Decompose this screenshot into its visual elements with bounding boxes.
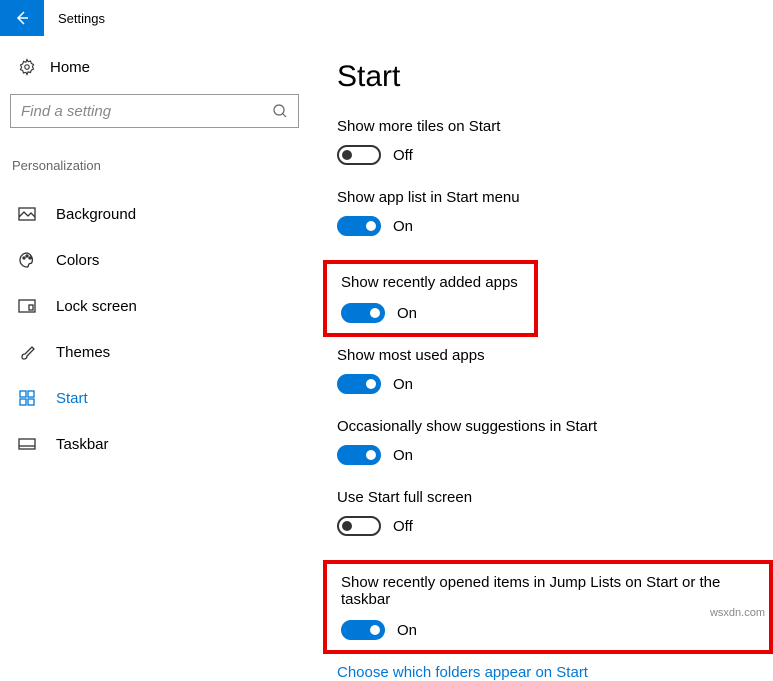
sidebar: Home Personalization Background	[0, 36, 309, 625]
sidebar-item-start[interactable]: Start	[10, 375, 299, 421]
setting-more-tiles: Show more tiles on Start Off	[337, 118, 773, 165]
sidebar-item-label: Background	[38, 206, 136, 223]
toggle-jump-lists[interactable]	[341, 620, 385, 640]
setting-label: Show more tiles on Start	[337, 118, 773, 135]
link-choose-folders[interactable]: Choose which folders appear on Start	[337, 664, 773, 681]
taskbar-icon	[16, 438, 38, 450]
main-panel: Start Show more tiles on Start Off Show …	[309, 36, 773, 625]
setting-label: Show most used apps	[337, 347, 773, 364]
search-box[interactable]	[10, 94, 299, 128]
home-label: Home	[38, 59, 90, 76]
toggle-state: On	[393, 376, 413, 393]
brush-icon	[16, 343, 38, 361]
back-button[interactable]	[0, 0, 44, 36]
picture-icon	[16, 207, 38, 221]
search-input[interactable]	[21, 103, 272, 120]
setting-label: Show app list in Start menu	[337, 189, 773, 206]
setting-most-used: Show most used apps On	[337, 347, 773, 394]
title-bar: Settings	[0, 0, 773, 36]
toggle-state: Off	[393, 147, 413, 164]
sidebar-item-taskbar[interactable]: Taskbar	[10, 421, 299, 467]
highlight-jump-lists: Show recently opened items in Jump Lists…	[323, 560, 773, 654]
back-arrow-icon	[14, 10, 30, 26]
sidebar-item-background[interactable]: Background	[10, 191, 299, 237]
search-icon	[272, 103, 288, 119]
highlight-recently-added: Show recently added apps On	[323, 260, 538, 337]
toggle-most-used[interactable]	[337, 374, 381, 394]
setting-label: Show recently opened items in Jump Lists…	[341, 574, 759, 608]
toggle-state: On	[393, 218, 413, 235]
sidebar-item-label: Lock screen	[38, 298, 137, 315]
sidebar-item-label: Start	[38, 390, 88, 407]
toggle-suggestions[interactable]	[337, 445, 381, 465]
gear-icon	[16, 58, 38, 76]
toggle-state: Off	[393, 518, 413, 535]
toggle-state: On	[397, 305, 417, 322]
toggle-full-screen[interactable]	[337, 516, 381, 536]
lockscreen-icon	[16, 299, 38, 313]
setting-full-screen: Use Start full screen Off	[337, 489, 773, 536]
sidebar-item-themes[interactable]: Themes	[10, 329, 299, 375]
sidebar-item-label: Themes	[38, 344, 110, 361]
toggle-app-list[interactable]	[337, 216, 381, 236]
setting-app-list: Show app list in Start menu On	[337, 189, 773, 236]
setting-recently-added: Show recently added apps On	[341, 274, 524, 323]
app-title: Settings	[44, 11, 105, 26]
setting-label: Occasionally show suggestions in Start	[337, 418, 773, 435]
sidebar-item-colors[interactable]: Colors	[10, 237, 299, 283]
toggle-recently-added[interactable]	[341, 303, 385, 323]
palette-icon	[16, 251, 38, 269]
home-button[interactable]: Home	[10, 46, 299, 94]
setting-label: Use Start full screen	[337, 489, 773, 506]
watermark: wsxdn.com	[710, 607, 765, 619]
setting-suggestions: Occasionally show suggestions in Start O…	[337, 418, 773, 465]
sidebar-item-label: Taskbar	[38, 436, 109, 453]
page-title: Start	[337, 60, 773, 94]
toggle-state: On	[397, 622, 417, 639]
start-icon	[16, 390, 38, 406]
sidebar-item-label: Colors	[38, 252, 99, 269]
toggle-state: On	[393, 447, 413, 464]
setting-label: Show recently added apps	[341, 274, 524, 291]
section-title: Personalization	[10, 158, 299, 173]
sidebar-item-lockscreen[interactable]: Lock screen	[10, 283, 299, 329]
setting-jump-lists: Show recently opened items in Jump Lists…	[341, 574, 759, 640]
toggle-more-tiles[interactable]	[337, 145, 381, 165]
